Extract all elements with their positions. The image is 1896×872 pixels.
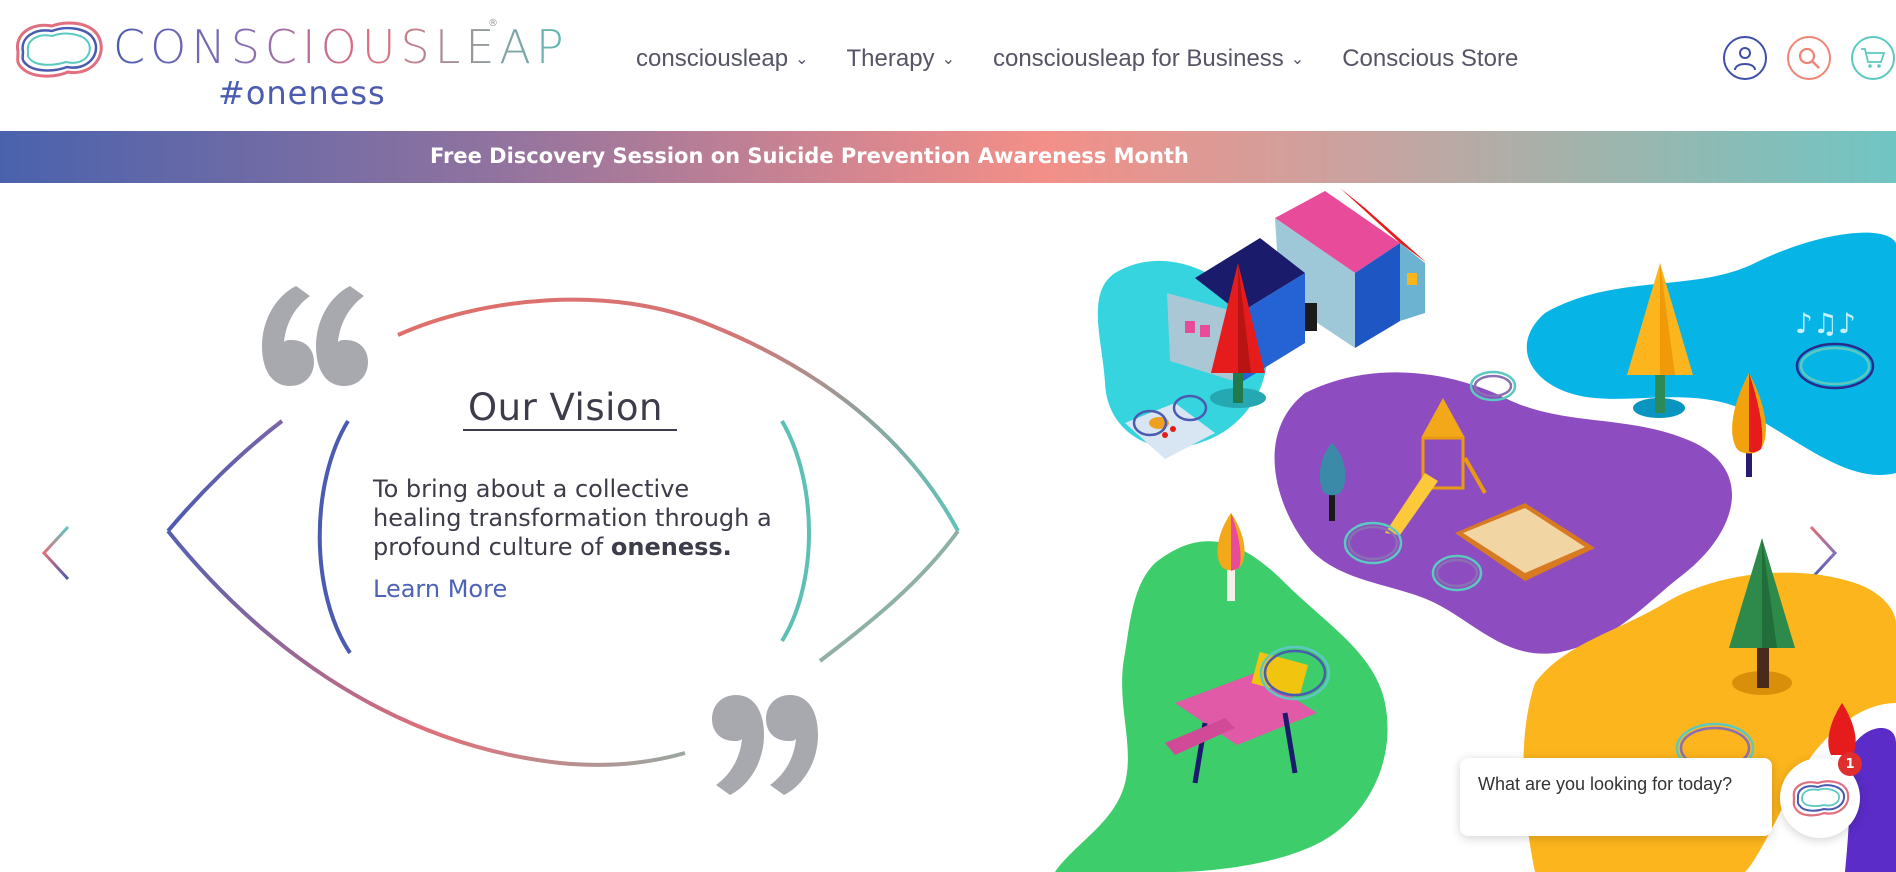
logo-wordmark: CONSCIOUSLEAP [113,20,569,74]
cart-icon [1861,48,1886,68]
account-button[interactable] [1723,36,1767,80]
chat-notification-badge: 1 [1838,752,1862,776]
svg-text:♪♫♪: ♪♫♪ [1795,307,1856,340]
brand-logo[interactable]: CONSCIOUSLEAP ® #oneness [8,12,564,112]
logo-tagline: #oneness [218,74,386,112]
site-header: CONSCIOUSLEAP ® #oneness consciousleap ⌄… [0,0,1896,131]
nav-item-consciousleap[interactable]: consciousleap ⌄ [636,45,809,73]
vision-title: Our Vision [468,386,663,429]
nav-item-label: Therapy [846,45,935,72]
chevron-left-icon [41,525,70,581]
nav-item-therapy[interactable]: Therapy ⌄ [847,45,955,73]
chat-brain-icon [1792,780,1850,817]
nav-item-label: Conscious Store [1342,45,1519,72]
vision-statement-emphasis: oneness. [610,533,732,561]
title-underline [463,429,677,431]
search-button[interactable] [1787,36,1831,80]
chevron-down-icon: ⌄ [795,51,809,68]
nav-item-label: consciousleap [636,45,789,72]
vision-statement: To bring about a collective healing tran… [373,475,783,562]
chevron-down-icon: ⌄ [941,51,955,68]
learn-more-link[interactable]: Learn More [373,575,507,603]
chevron-down-icon: ⌄ [1290,51,1305,68]
search-icon [1798,47,1820,69]
logo-brain-icon [15,21,103,78]
nav-item-label: consciousleap for Business [992,45,1284,72]
announcement-banner[interactable]: Free Discovery Session on Suicide Preven… [0,131,1896,183]
chat-prompt-text: What are you looking for today? [1478,774,1733,794]
cart-button[interactable] [1851,36,1895,80]
header-actions [1723,36,1895,80]
carousel-prev-button[interactable] [38,523,72,587]
registered-mark: ® [488,18,498,29]
nav-item-conscious-store[interactable]: Conscious Store [1342,45,1518,73]
chat-prompt-bubble[interactable]: What are you looking for today? [1460,758,1772,836]
user-icon [1734,47,1756,71]
banner-text[interactable]: Free Discovery Session on Suicide Preven… [430,144,1189,168]
main-nav: consciousleap ⌄ Therapy ⌄ consciousleap … [636,42,1556,76]
open-quote-icon [262,286,368,386]
nav-item-business[interactable]: consciousleap for Business ⌄ [993,45,1304,73]
close-quote-icon [712,695,818,795]
